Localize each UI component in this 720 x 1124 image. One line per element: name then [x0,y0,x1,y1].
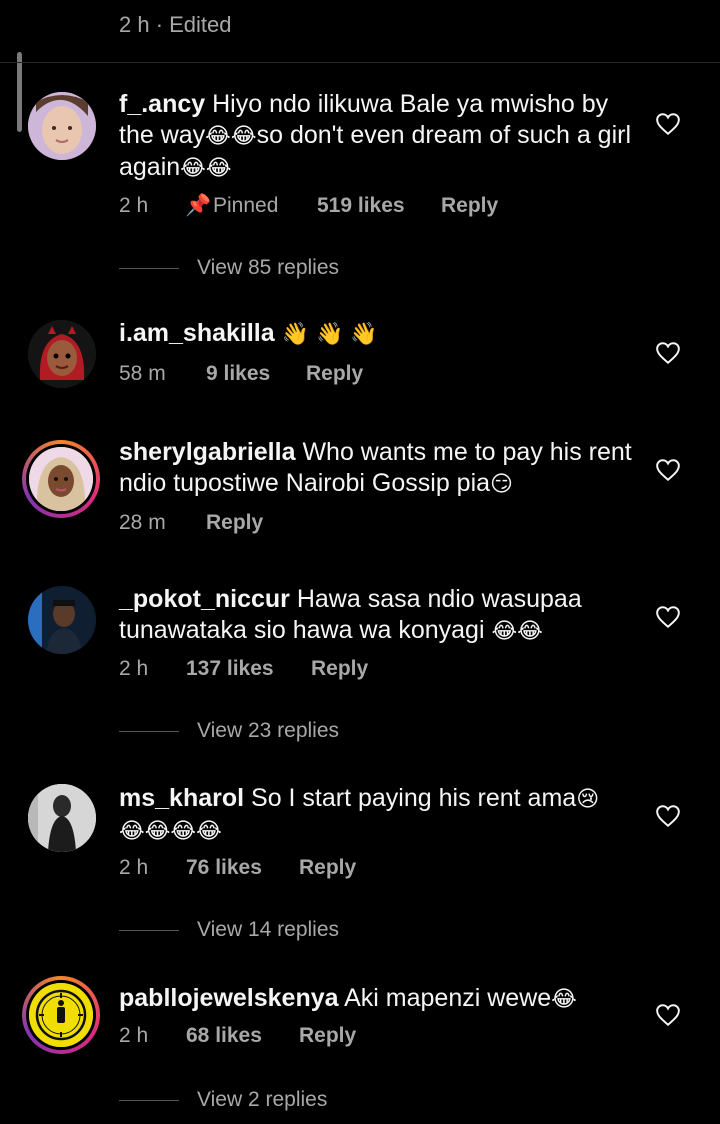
avatar-image [28,320,96,388]
divider-line [119,730,179,732]
heart-icon[interactable] [655,1003,681,1027]
comment-text: pabllojewelskenya Aki mapenzi wewe😂 [119,984,577,1012]
comment-text: sherylgabriella Who wants me to pay his … [119,438,632,497]
likes-count[interactable]: 68 likes [186,1024,299,1048]
laughing-emoji: 😂 [551,987,577,1012]
crying-emoji: 😢 [576,787,600,812]
avatar[interactable] [28,586,96,654]
divider-line [119,267,179,269]
comment-meta: 2 h 76 likes Reply [119,856,356,880]
reply-button[interactable]: Reply [299,856,356,880]
reply-button[interactable]: Reply [306,362,363,386]
comment-username[interactable]: _pokot_niccur [119,585,290,613]
likes-count[interactable]: 9 likes [206,362,306,386]
scrollbar[interactable] [17,52,22,132]
avatar-story-ring[interactable] [22,440,100,518]
likes-count[interactable]: 137 likes [186,657,311,681]
comment-time: 2 h [119,657,149,680]
view-replies-button[interactable]: View 85 replies [119,256,339,280]
comment-meta: 58 m 9 likes Reply [119,362,363,386]
comment-text: i.am_shakilla 👋 👋 👋 [119,318,639,350]
comment-meta: 2 h 📌 Pinned 519 likes Reply [119,194,498,218]
comment-text: ms_kharol So I start paying his rent ama… [119,784,600,844]
laughing-emoji: 😂😂 [491,619,543,644]
avatar[interactable] [28,784,96,852]
heart-icon[interactable] [655,112,681,136]
reply-button[interactable]: Reply [206,511,263,535]
comment-time: 58 m [119,362,166,385]
heart-icon[interactable] [655,341,681,365]
comment-time: 2 h [119,194,149,217]
comment-text: f_.ancy Hiyo ndo ilikuwa Bale ya mwisho … [119,90,632,181]
laughing-emoji: 😂😂😂😂 [119,819,222,844]
avatar[interactable] [28,320,96,388]
avatar-image [28,92,96,160]
clock-logo-icon [29,983,93,1047]
divider-line [119,929,179,931]
divider-line [119,1099,179,1101]
comment-meta: 2 h 68 likes Reply [119,1024,356,1048]
laughing-emoji: 😂😂 [205,124,257,149]
avatar-story-ring[interactable] [22,976,100,1054]
comment-time: 28 m [119,511,166,534]
heart-icon[interactable] [655,804,681,828]
comment-time: 2 h [119,856,149,879]
avatar-image [28,784,96,852]
view-replies-button[interactable]: View 23 replies [119,719,339,743]
reply-button[interactable]: Reply [311,657,368,681]
laughing-emoji: 😂😂 [180,156,232,181]
comment-username[interactable]: f_.ancy [119,90,205,118]
pin-icon: 📌 [185,194,212,217]
waving-hand-emoji: 👋 👋 👋 [281,322,378,347]
previous-comment-meta: 2 h · Edited [119,12,232,37]
likes-count[interactable]: 76 likes [186,856,299,880]
avatar-image [28,586,96,654]
comment-time: 2 h [119,1024,149,1047]
reply-button[interactable]: Reply [299,1024,356,1048]
smirking-emoji: 😏 [490,472,513,497]
likes-count[interactable]: 519 likes [317,194,441,218]
comment-meta: 2 h 137 likes Reply [119,657,368,681]
comment-meta: 28 m Reply [119,511,263,535]
comment-username[interactable]: i.am_shakilla [119,319,275,347]
comment-username[interactable]: sherylgabriella [119,438,295,466]
comment-username[interactable]: pabllojewelskenya [119,984,339,1012]
view-replies-button[interactable]: View 14 replies [119,918,339,942]
comment-username[interactable]: ms_kharol [119,784,244,812]
view-replies-button[interactable]: View 2 replies [119,1088,327,1112]
heart-icon[interactable] [655,605,681,629]
reply-button[interactable]: Reply [441,194,498,218]
comment-text: _pokot_niccur Hawa sasa ndio wasupaa tun… [119,585,582,644]
avatar[interactable] [28,92,96,160]
divider [0,62,720,63]
heart-icon[interactable] [655,458,681,482]
avatar-image [29,447,93,511]
pinned-label: Pinned [213,194,279,217]
